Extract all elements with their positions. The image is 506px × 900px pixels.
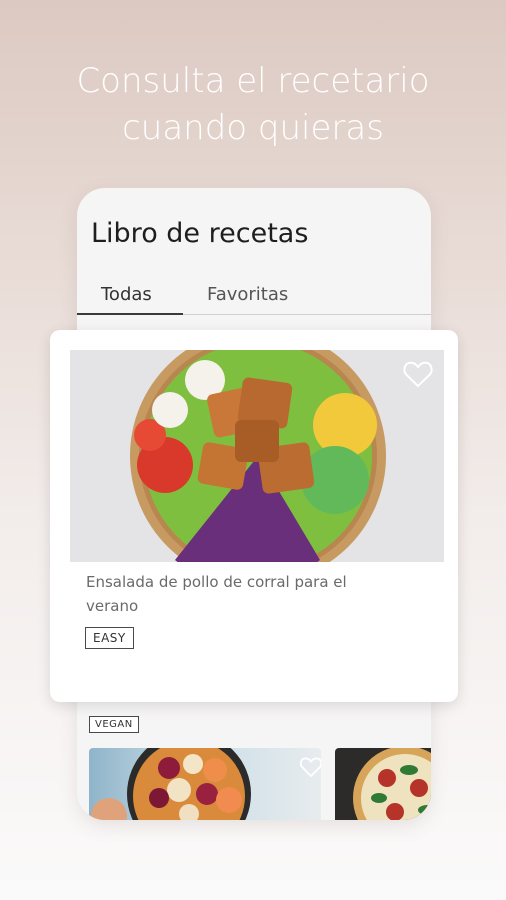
recipe-thumbnail-fruit-bowl[interactable]	[89, 748, 321, 820]
difficulty-tag: EASY	[85, 627, 134, 649]
promo-headline: Consulta el recetario cuando quieras	[0, 58, 506, 152]
heart-outline-icon[interactable]	[299, 756, 321, 778]
active-tab-indicator	[77, 313, 183, 315]
salad-bowl-image	[70, 350, 444, 562]
fruit-bowl-image	[91, 748, 251, 820]
pizza-image	[353, 748, 431, 820]
heart-outline-icon[interactable]	[402, 360, 434, 388]
promo-headline-line-1: Consulta el recetario	[76, 61, 430, 101]
tab-favoritas[interactable]: Favoritas	[207, 284, 288, 305]
recipe-image	[70, 350, 444, 562]
tab-todas[interactable]: Todas	[101, 284, 152, 305]
recipe-title: Ensalada de pollo de corral para el vera…	[86, 573, 347, 615]
featured-recipe-card[interactable]: Ensalada de pollo de corral para el vera…	[50, 330, 458, 702]
recipe-thumbnail-pizza[interactable]	[335, 748, 431, 820]
recipe-tabs: Todas Favoritas	[77, 280, 431, 315]
page-title: Libro de recetas	[91, 218, 309, 249]
promo-headline-line-2: cuando quieras	[122, 108, 384, 148]
vegan-tag: VEGAN	[89, 716, 139, 733]
